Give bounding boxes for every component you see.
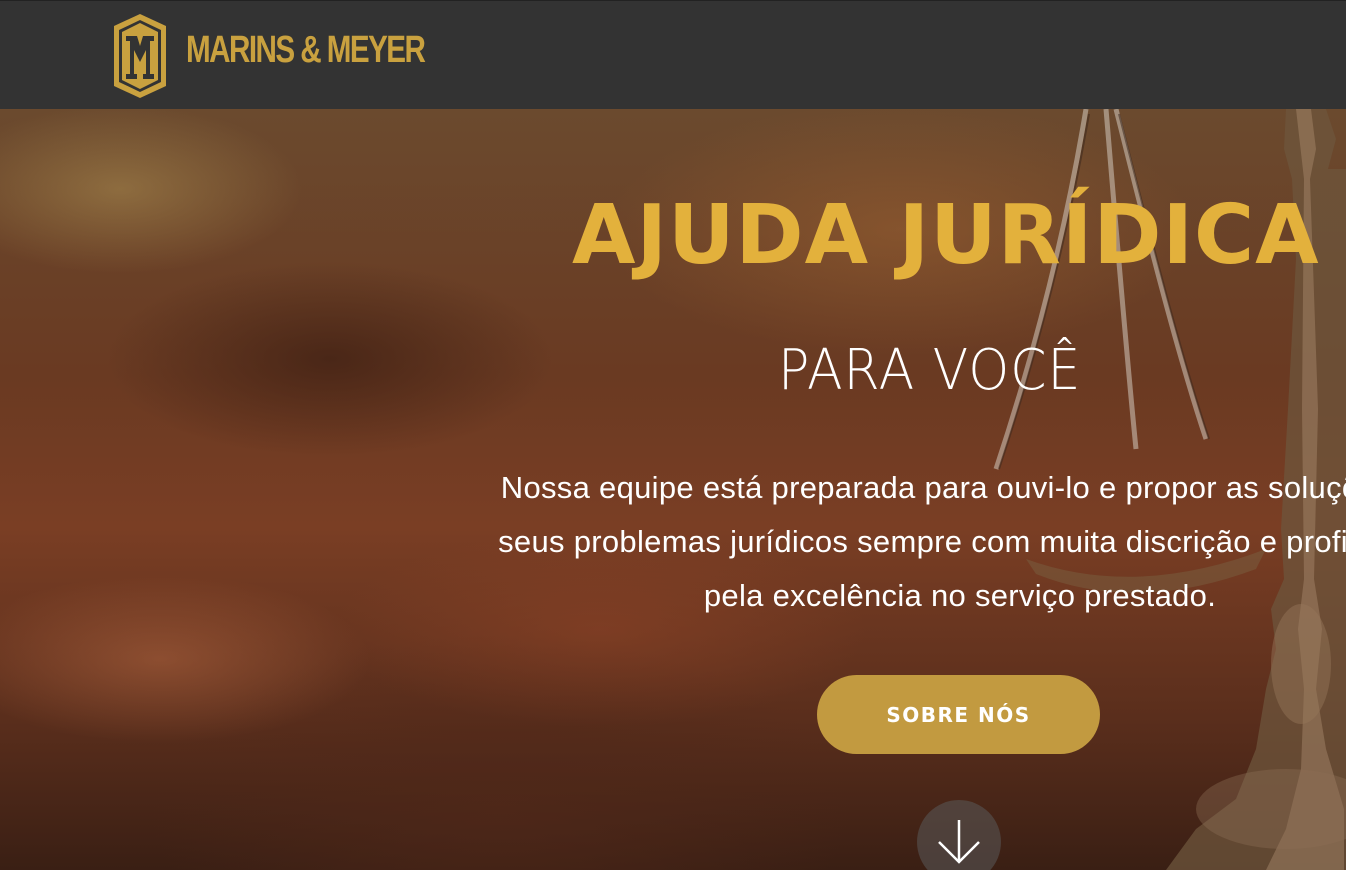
hero-subtitle: PARA VOCÊ	[778, 338, 1082, 403]
hero-description-line: pela excelência no serviço prestado.	[703, 578, 1217, 613]
arrow-down-icon	[938, 820, 980, 864]
hero-title: AJUDA JURÍDICA	[572, 188, 1320, 283]
about-us-button[interactable]: SOBRE NÓS	[817, 675, 1100, 754]
hero-section: AJUDA JURÍDICA PARA VOCÊ Nossa equipe es…	[0, 109, 1346, 870]
hero-description-line: seus problemas jurídicos sempre com muit…	[498, 524, 1346, 559]
hero-description: Nossa equipe está preparada para ouvi-lo…	[300, 461, 1346, 623]
site-header: MARINS & MEYER	[0, 0, 1346, 109]
logo-link[interactable]	[110, 12, 170, 100]
my-monogram-shield-icon	[114, 14, 166, 98]
brand-name[interactable]: MARINS & MEYER	[186, 29, 426, 72]
hero-description-line: Nossa equipe está preparada para ouvi-lo…	[500, 470, 1346, 505]
